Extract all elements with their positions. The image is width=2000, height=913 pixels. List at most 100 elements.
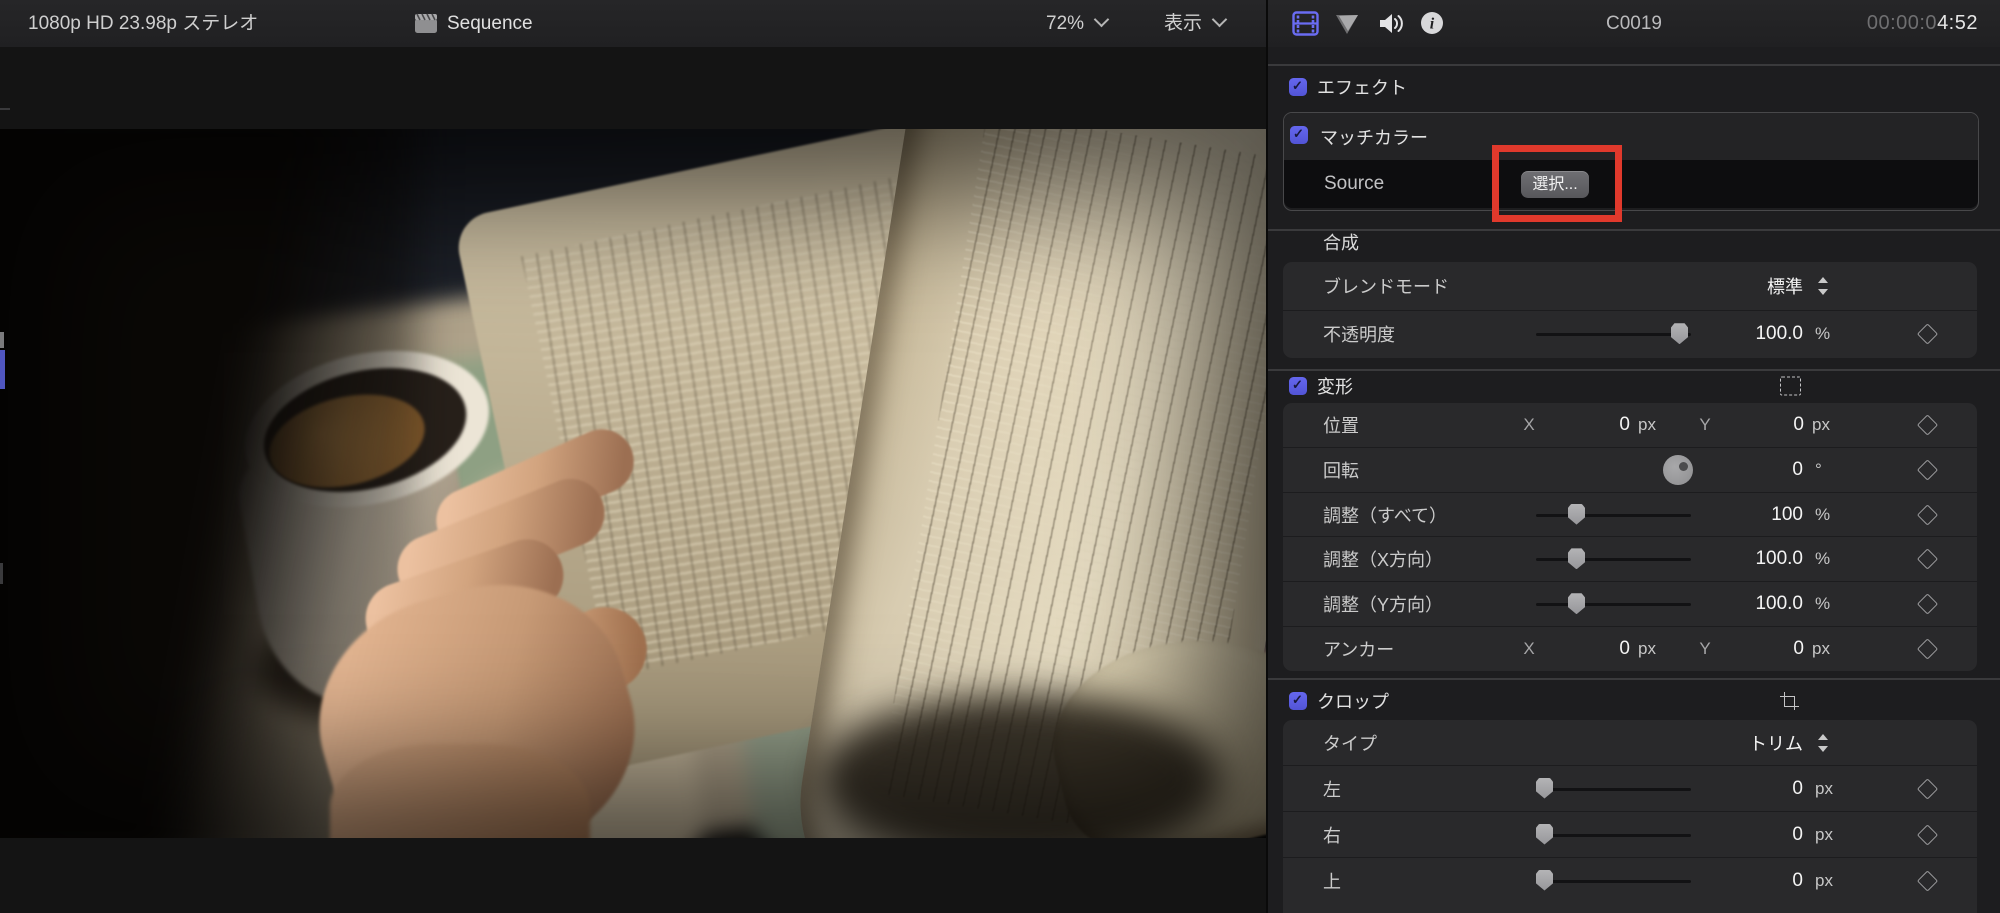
- scale-y-value[interactable]: 100.0: [1660, 593, 1803, 615]
- crop-group: タイプ トリム 左 0 px 右 0 px 上 0 px: [1283, 720, 1977, 913]
- scale-y-unit: %: [1815, 594, 1831, 614]
- left-edge-gray-marker: [0, 332, 4, 348]
- blend-mode-popup[interactable]: 標準: [1660, 273, 1803, 299]
- keyframe-diamond-icon[interactable]: [1916, 823, 1939, 846]
- highlight-annotation: [1492, 145, 1622, 222]
- divider: [1268, 64, 2000, 66]
- effects-label: エフェクト: [1317, 78, 1407, 98]
- transform-title: 変形: [1317, 377, 1353, 397]
- left-edge-blue-marker[interactable]: [0, 350, 5, 389]
- anchor-x-unit: px: [1638, 639, 1656, 659]
- crop-type-popup[interactable]: トリム: [1660, 730, 1803, 756]
- crop-title: クロップ: [1317, 692, 1389, 712]
- rotation-label: 回転: [1323, 460, 1359, 481]
- opacity-unit: %: [1815, 324, 1831, 344]
- opacity-label: 不透明度: [1323, 325, 1395, 346]
- x-label: X: [1523, 414, 1535, 434]
- slider-thumb[interactable]: [1536, 869, 1553, 891]
- transform-onscreen-icon[interactable]: [1780, 376, 1801, 396]
- keyframe-diamond-icon[interactable]: [1916, 548, 1939, 570]
- position-y-value[interactable]: 0: [1720, 414, 1804, 436]
- slider-thumb[interactable]: [1536, 823, 1553, 845]
- keyframe-diamond-icon[interactable]: [1916, 638, 1939, 660]
- opacity-row: 不透明度 100.0 %: [1283, 309, 1977, 359]
- rotation-value[interactable]: 0: [1660, 459, 1803, 481]
- slider-thumb[interactable]: [1568, 548, 1585, 570]
- zoom-level-value: 72%: [1046, 13, 1085, 34]
- crop-type-label: タイプ: [1323, 733, 1377, 754]
- timecode-dim: 00:00:0: [1866, 12, 1938, 34]
- viewer-toolbar: 1080p HD 23.98p ステレオ Sequence 72% 表示: [0, 0, 1267, 48]
- crop-top-unit: px: [1815, 870, 1833, 890]
- match-color-row: マッチカラー: [1284, 113, 1978, 160]
- crop-top-label: 上: [1323, 871, 1341, 892]
- effects-checkbox[interactable]: [1289, 78, 1307, 96]
- position-label: 位置: [1323, 415, 1359, 436]
- scale-y-row: 調整（Y方向） 100.0 %: [1283, 581, 1977, 626]
- crop-right-row: 右 0 px: [1283, 811, 1977, 857]
- scale-x-unit: %: [1815, 549, 1831, 569]
- crop-left-value[interactable]: 0: [1660, 778, 1803, 800]
- scale-x-value[interactable]: 100.0: [1660, 548, 1803, 570]
- scale-x-row: 調整（X方向） 100.0 %: [1283, 536, 1977, 581]
- crop-onscreen-icon[interactable]: [1780, 692, 1799, 710]
- crop-type-row: タイプ トリム: [1283, 720, 1977, 765]
- divider: [1268, 369, 2000, 371]
- position-row: 位置 X 0 px Y 0 px: [1283, 403, 1977, 447]
- video-frame: [0, 129, 1267, 838]
- keyframe-diamond-icon[interactable]: [1916, 323, 1939, 345]
- anchor-y-unit: px: [1812, 639, 1830, 659]
- sequence-label: Sequence: [447, 13, 533, 34]
- rotation-unit: °: [1815, 459, 1822, 479]
- transform-checkbox[interactable]: [1289, 377, 1307, 395]
- blend-mode-label: ブレンドモード: [1323, 276, 1449, 297]
- crop-top-value[interactable]: 0: [1660, 870, 1803, 892]
- keyframe-diamond-icon[interactable]: [1916, 414, 1939, 436]
- pane-divider: [1266, 0, 1268, 913]
- divider: [1268, 678, 2000, 680]
- view-menu-label: 表示: [1164, 13, 1203, 34]
- anchor-x-value[interactable]: 0: [1546, 638, 1630, 660]
- keyframe-diamond-icon[interactable]: [1916, 503, 1939, 526]
- position-x-value[interactable]: 0: [1546, 414, 1630, 436]
- scale-y-label: 調整（Y方向）: [1323, 595, 1444, 616]
- left-edge-tick: [0, 108, 10, 110]
- match-color-checkbox[interactable]: [1290, 126, 1308, 144]
- scale-all-row: 調整（すべて） 100 %: [1283, 491, 1977, 537]
- inspector-header: i C0019 00:00:04:52: [1268, 0, 2000, 48]
- viewer-pane: [0, 47, 1267, 913]
- keyframe-diamond-icon[interactable]: [1916, 593, 1939, 615]
- keyframe-diamond-icon[interactable]: [1916, 459, 1939, 481]
- slider-thumb[interactable]: [1568, 503, 1585, 525]
- popup-arrows-icon: [1817, 733, 1829, 753]
- view-menu[interactable]: 表示: [1164, 0, 1228, 47]
- chevron-down-icon: [1211, 11, 1228, 28]
- divider: [1268, 229, 2000, 231]
- crop-checkbox[interactable]: [1289, 692, 1307, 710]
- slider-thumb[interactable]: [1568, 593, 1585, 615]
- crop-right-value[interactable]: 0: [1660, 824, 1803, 846]
- final-cut-pro-window: 1080p HD 23.98p ステレオ Sequence 72% 表示 i C…: [0, 0, 2000, 913]
- timecode: 00:00:04:52: [1867, 0, 1978, 47]
- blend-mode-row: ブレンドモード 標準: [1283, 262, 1977, 310]
- opacity-value[interactable]: 100.0: [1660, 323, 1803, 345]
- x-label: X: [1523, 639, 1535, 659]
- y-label: Y: [1699, 639, 1711, 659]
- popup-arrows-icon: [1817, 276, 1829, 296]
- zoom-level-menu[interactable]: 72%: [1046, 0, 1110, 47]
- match-color-group: マッチカラー Source 選択...: [1283, 112, 1979, 211]
- keyframe-diamond-icon[interactable]: [1916, 869, 1939, 892]
- left-edge-notch: [0, 563, 3, 584]
- match-color-label: マッチカラー: [1320, 127, 1428, 148]
- chevron-down-icon: [1093, 11, 1110, 28]
- slider-thumb[interactable]: [1536, 777, 1553, 799]
- crop-left-unit: px: [1815, 778, 1833, 798]
- anchor-y-value[interactable]: 0: [1720, 638, 1804, 660]
- scale-all-value[interactable]: 100: [1660, 504, 1803, 526]
- scale-x-label: 調整（X方向）: [1323, 550, 1444, 571]
- position-y-unit: px: [1812, 414, 1830, 434]
- crop-top-row: 上 0 px: [1283, 857, 1977, 903]
- anchor-row: アンカー X 0 px Y 0 px: [1283, 626, 1977, 671]
- transform-group: 位置 X 0 px Y 0 px 回転 0 ° 調整（すべて） 100 % 調整…: [1283, 403, 1977, 671]
- keyframe-diamond-icon[interactable]: [1916, 777, 1939, 800]
